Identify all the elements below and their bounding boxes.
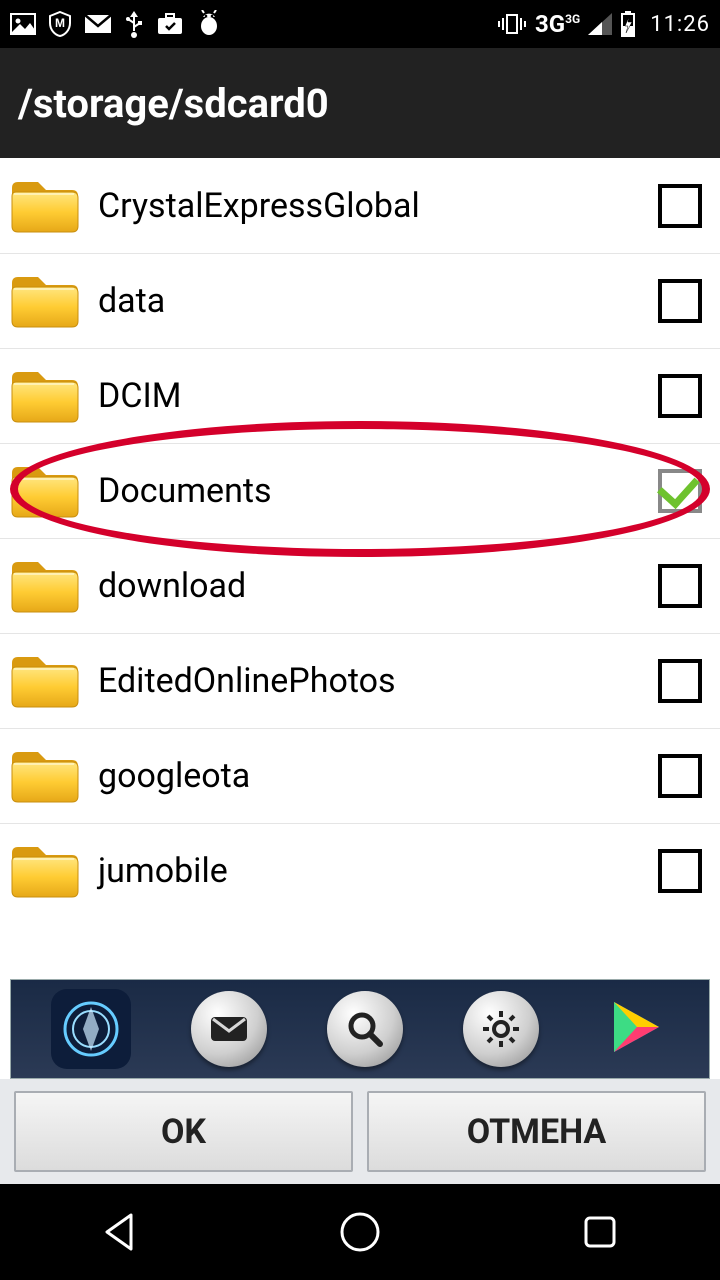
network-3g-icon: 3G3G [535,10,580,38]
ad-banner[interactable] [10,979,710,1079]
svg-text:M: M [55,16,65,30]
folder-name: CrystalExpressGlobal [98,186,658,226]
folder-name: Documents [98,471,658,511]
nav-home-button[interactable] [300,1197,420,1267]
picture-icon [10,13,36,35]
usb-icon [124,9,144,39]
current-path: /storage/sdcard0 [18,80,329,127]
folder-checkbox[interactable] [658,469,702,513]
folder-checkbox[interactable] [658,564,702,608]
folder-name: download [98,566,658,606]
folder-row[interactable]: DCIM [0,348,720,443]
folder-checkbox[interactable] [658,659,702,703]
cancel-button[interactable]: ОТМЕНА [367,1091,706,1172]
briefcase-icon [156,12,184,36]
nav-recent-button[interactable] [540,1197,660,1267]
folder-checkbox[interactable] [658,184,702,228]
folder-name: googleota [98,756,658,796]
folder-name: DCIM [98,376,658,416]
file-list: CrystalExpressGlobal data DCIM Documents… [0,158,720,979]
gmail-icon [84,14,112,34]
battery-charging-icon [620,11,636,37]
ad-search-icon [327,991,403,1067]
folder-row[interactable]: Documents [0,443,720,538]
ad-mail-icon [191,991,267,1067]
folder-checkbox[interactable] [658,279,702,323]
folder-row[interactable]: googleota [0,728,720,823]
nav-back-button[interactable] [60,1197,180,1267]
status-left: M [10,9,222,39]
button-bar: OK ОТМЕНА [0,1079,720,1184]
folder-row[interactable]: EditedOnlinePhotos [0,633,720,728]
folder-checkbox[interactable] [658,849,702,893]
android-debug-icon [196,10,222,38]
folder-name: jumobile [98,851,658,891]
ad-play-icon [599,992,669,1066]
folder-row[interactable]: data [0,253,720,348]
status-time: 11:26 [650,12,710,37]
title-bar: /storage/sdcard0 [0,48,720,158]
folder-name: data [98,281,658,321]
status-right: 3G3G 11:26 [497,10,710,38]
vibrate-icon [497,12,527,36]
folder-checkbox[interactable] [658,374,702,418]
folder-row[interactable]: jumobile [0,823,720,918]
ad-settings-icon [463,991,539,1067]
status-bar: M 3G3G 11:26 [0,0,720,48]
android-nav-bar [0,1184,720,1280]
signal-icon [588,13,612,35]
ad-app-icon [51,989,131,1069]
folder-row[interactable]: CrystalExpressGlobal [0,158,720,253]
folder-name: EditedOnlinePhotos [98,661,658,701]
ok-button[interactable]: OK [14,1091,353,1172]
folder-row[interactable]: download [0,538,720,633]
shield-icon: M [48,11,72,37]
folder-checkbox[interactable] [658,754,702,798]
